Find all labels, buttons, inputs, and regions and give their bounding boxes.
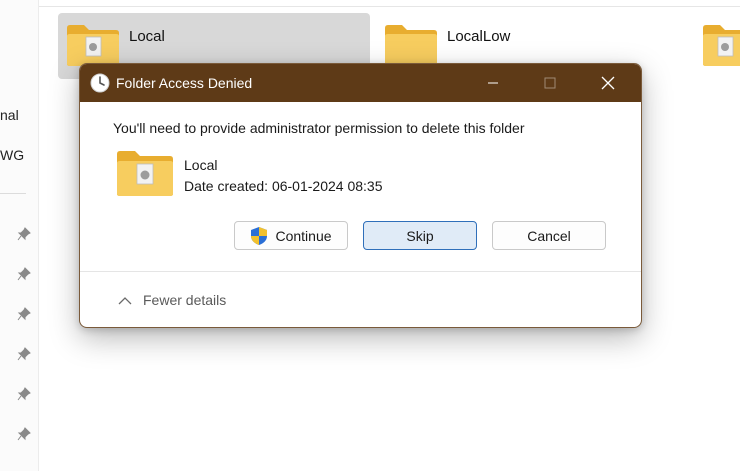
fewer-details-toggle[interactable]: Fewer details — [118, 292, 226, 308]
folder-name: Local — [129, 28, 165, 45]
close-button[interactable] — [585, 64, 631, 102]
pin-icon[interactable] — [17, 307, 31, 321]
navigation-pane: nal WG — [0, 0, 39, 471]
nav-divider — [0, 193, 26, 194]
cancel-button[interactable]: Cancel — [492, 221, 606, 250]
skip-button[interactable]: Skip — [363, 221, 477, 250]
dialog-separator — [80, 271, 641, 272]
skip-label: Skip — [406, 227, 434, 244]
item-date-created: Date created: 06-01-2024 08:35 — [184, 178, 383, 194]
pin-icon[interactable] — [17, 347, 31, 361]
nav-item-label[interactable]: WG — [0, 147, 24, 163]
nav-item-label[interactable]: nal — [0, 107, 19, 123]
folder-icon — [117, 151, 173, 196]
cancel-label: Cancel — [527, 227, 571, 244]
minimize-icon — [488, 82, 498, 84]
continue-label: Continue — [275, 227, 332, 244]
folder-name: LocalLow — [447, 28, 511, 45]
folder-access-denied-dialog: Folder Access Denied You'll need to prov… — [79, 63, 642, 328]
uac-shield-icon — [251, 226, 268, 245]
close-icon — [601, 76, 615, 90]
folder-icon — [385, 25, 437, 66]
dialog-message: You'll need to provide administrator per… — [113, 120, 525, 136]
maximize-button — [527, 64, 573, 102]
item-name: Local — [184, 157, 218, 173]
pin-icon[interactable] — [17, 267, 31, 281]
toolbar-divider — [38, 6, 740, 7]
folder-icon — [67, 25, 119, 66]
dialog-titlebar[interactable]: Folder Access Denied — [80, 64, 641, 102]
minimize-button[interactable] — [470, 64, 516, 102]
maximize-icon — [544, 77, 556, 89]
dialog-title: Folder Access Denied — [116, 75, 253, 91]
pin-icon[interactable] — [17, 227, 31, 241]
clock-icon — [90, 73, 110, 93]
pin-icon[interactable] — [17, 427, 31, 441]
folder-icon[interactable] — [702, 23, 740, 67]
chevron-up-icon — [118, 296, 132, 304]
pin-icon[interactable] — [17, 387, 31, 401]
continue-button[interactable]: Continue — [234, 221, 348, 250]
fewer-details-label: Fewer details — [143, 292, 227, 308]
